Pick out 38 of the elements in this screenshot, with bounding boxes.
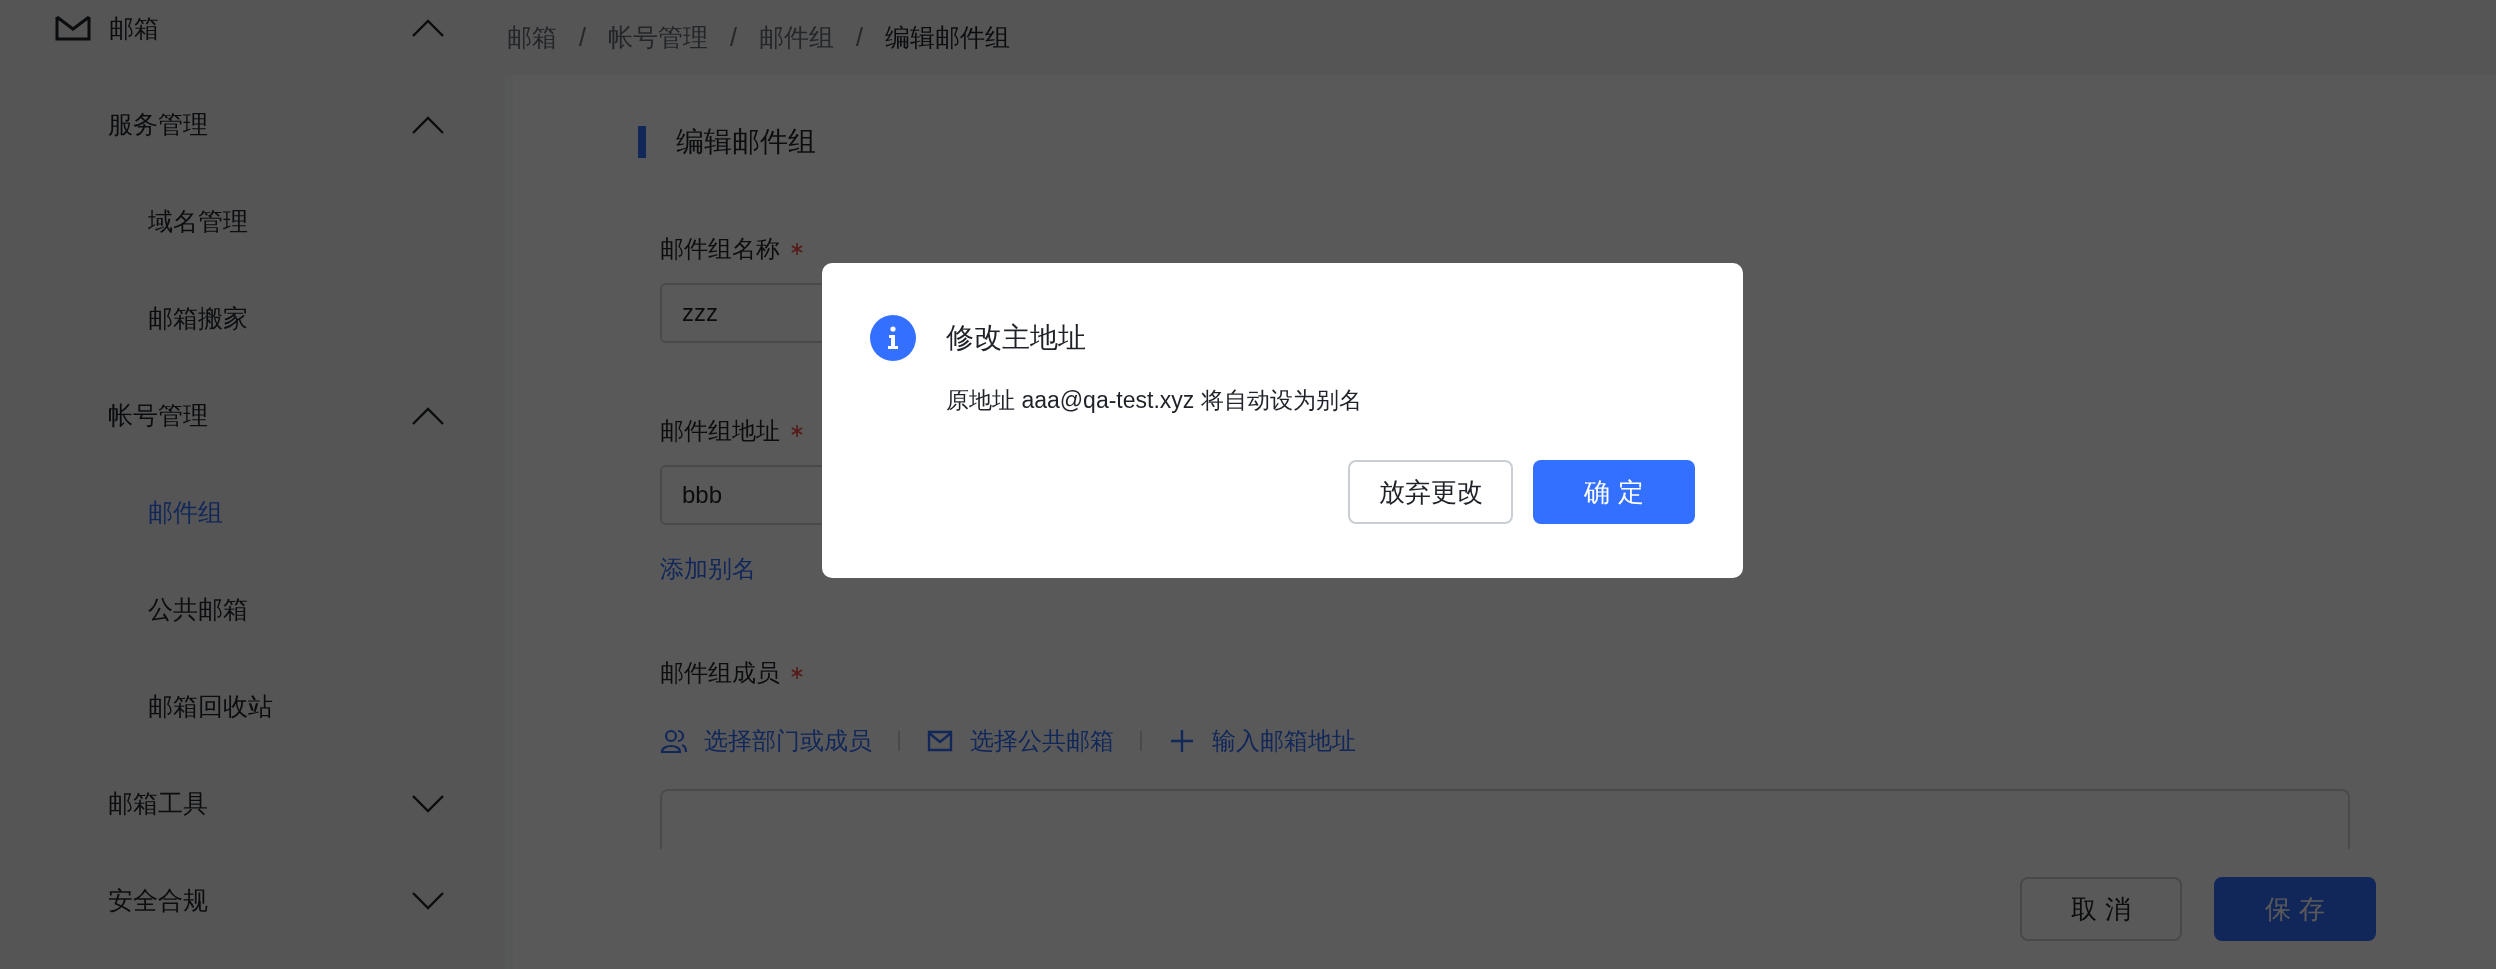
plus-icon	[1168, 727, 1196, 755]
breadcrumb-item: 编辑邮件组	[884, 22, 1010, 53]
sidebar-item[interactable]: 邮箱回收站	[0, 658, 505, 755]
member-action-link[interactable]: 选择部门或成员	[660, 725, 872, 757]
add-alias-link[interactable]: 添加别名	[660, 553, 756, 585]
dialog-title: 修改主地址	[946, 321, 1086, 355]
field-label: 邮件组成员	[660, 658, 780, 688]
breadcrumb-separator: /	[855, 23, 863, 52]
dialog-message: 原地址 aaa@qa-test.xyz 将自动设为别名	[946, 386, 1363, 415]
save-button[interactable]: 保 存	[2214, 877, 2376, 941]
sidebar-item[interactable]: 邮箱搬家	[0, 270, 505, 367]
sidebar-item[interactable]: 安全合规	[0, 852, 505, 949]
member-action-link[interactable]: 输入邮箱地址	[1168, 725, 1356, 757]
chevron-up-icon	[411, 18, 445, 38]
discard-button[interactable]: 放弃更改	[1348, 460, 1513, 524]
chevron-up-icon	[411, 114, 445, 135]
confirm-button[interactable]: 确 定	[1533, 460, 1695, 524]
chevron-down-icon	[411, 890, 445, 911]
people-icon	[660, 727, 688, 755]
cancel-button[interactable]: 取 消	[2020, 877, 2182, 941]
mail-icon	[55, 15, 91, 41]
info-icon	[870, 315, 916, 361]
sidebar-item[interactable]: 帐号管理	[0, 367, 505, 464]
breadcrumb-separator: /	[579, 23, 586, 52]
sidebar-item[interactable]: 邮箱工具	[0, 755, 505, 852]
title-accent-bar	[638, 126, 646, 158]
sidebar-item[interactable]: 域名管理	[0, 173, 505, 270]
sidebar-item[interactable]: 服务管理	[0, 76, 505, 173]
sidebar-item[interactable]: 公共邮箱	[0, 561, 505, 658]
chevron-down-icon	[411, 793, 445, 814]
field-label: 邮件组地址	[660, 416, 780, 446]
chevron-up-icon	[411, 405, 445, 426]
member-action-link[interactable]: 选择公共邮箱	[926, 725, 1114, 757]
page-title: 编辑邮件组	[676, 125, 816, 159]
breadcrumb-separator: /	[729, 23, 737, 52]
sidebar-item[interactable]: 邮箱	[0, 0, 505, 56]
sidebar-item[interactable]: 邮件组	[0, 464, 505, 561]
field-label: 邮件组名称	[660, 234, 780, 264]
